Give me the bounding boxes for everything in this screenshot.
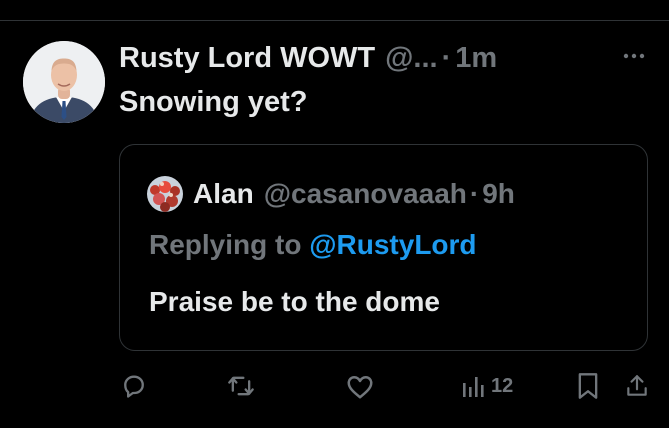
quote-author-avatar[interactable] (147, 176, 183, 212)
replying-to-mention[interactable]: @RustyLord (309, 229, 476, 260)
retweet-icon (228, 376, 254, 396)
top-divider (0, 20, 669, 21)
quoted-tweet[interactable]: Alan @casanovaaah · 9h Replying to @Rust… (119, 144, 648, 351)
reply-button[interactable] (120, 366, 148, 406)
bookmark-button[interactable] (576, 366, 600, 406)
share-icon (627, 375, 647, 396)
tweet-header: Rusty Lord WOWT @... · 1m (119, 38, 497, 78)
quote-text: Praise be to the dome (149, 286, 440, 317)
header-separator: · (441, 41, 452, 74)
author-avatar[interactable] (23, 41, 105, 123)
quote-time[interactable]: 9h (482, 178, 515, 210)
views-count: 12 (491, 374, 514, 397)
action-bar: 12 (0, 366, 669, 406)
quote-header: Alan @casanovaaah · 9h (193, 175, 515, 213)
quote-author-name[interactable]: Alan (193, 178, 254, 210)
tweet-time[interactable]: 1m (455, 42, 497, 75)
share-button[interactable] (624, 366, 650, 406)
author-photo (23, 41, 105, 123)
quote-avatar-image (147, 176, 183, 212)
tweet-text: Snowing yet? (119, 86, 308, 118)
reply-icon (124, 375, 144, 398)
bookmark-icon (578, 373, 598, 399)
like-button[interactable] (345, 366, 375, 406)
more-options-button[interactable] (619, 46, 649, 66)
replying-to-line: Replying to @RustyLord (149, 229, 477, 261)
more-icon (623, 53, 645, 59)
views-icon (463, 377, 484, 397)
author-handle[interactable]: @... (385, 42, 437, 75)
views-button[interactable]: 12 (461, 366, 513, 406)
author-name[interactable]: Rusty Lord WOWT (119, 42, 375, 75)
quote-author-handle[interactable]: @casanovaaah (264, 178, 467, 210)
retweet-button[interactable] (227, 366, 255, 406)
like-icon (347, 376, 373, 399)
quote-header-separator: · (469, 178, 480, 209)
replying-to-prefix: Replying to (149, 229, 302, 260)
